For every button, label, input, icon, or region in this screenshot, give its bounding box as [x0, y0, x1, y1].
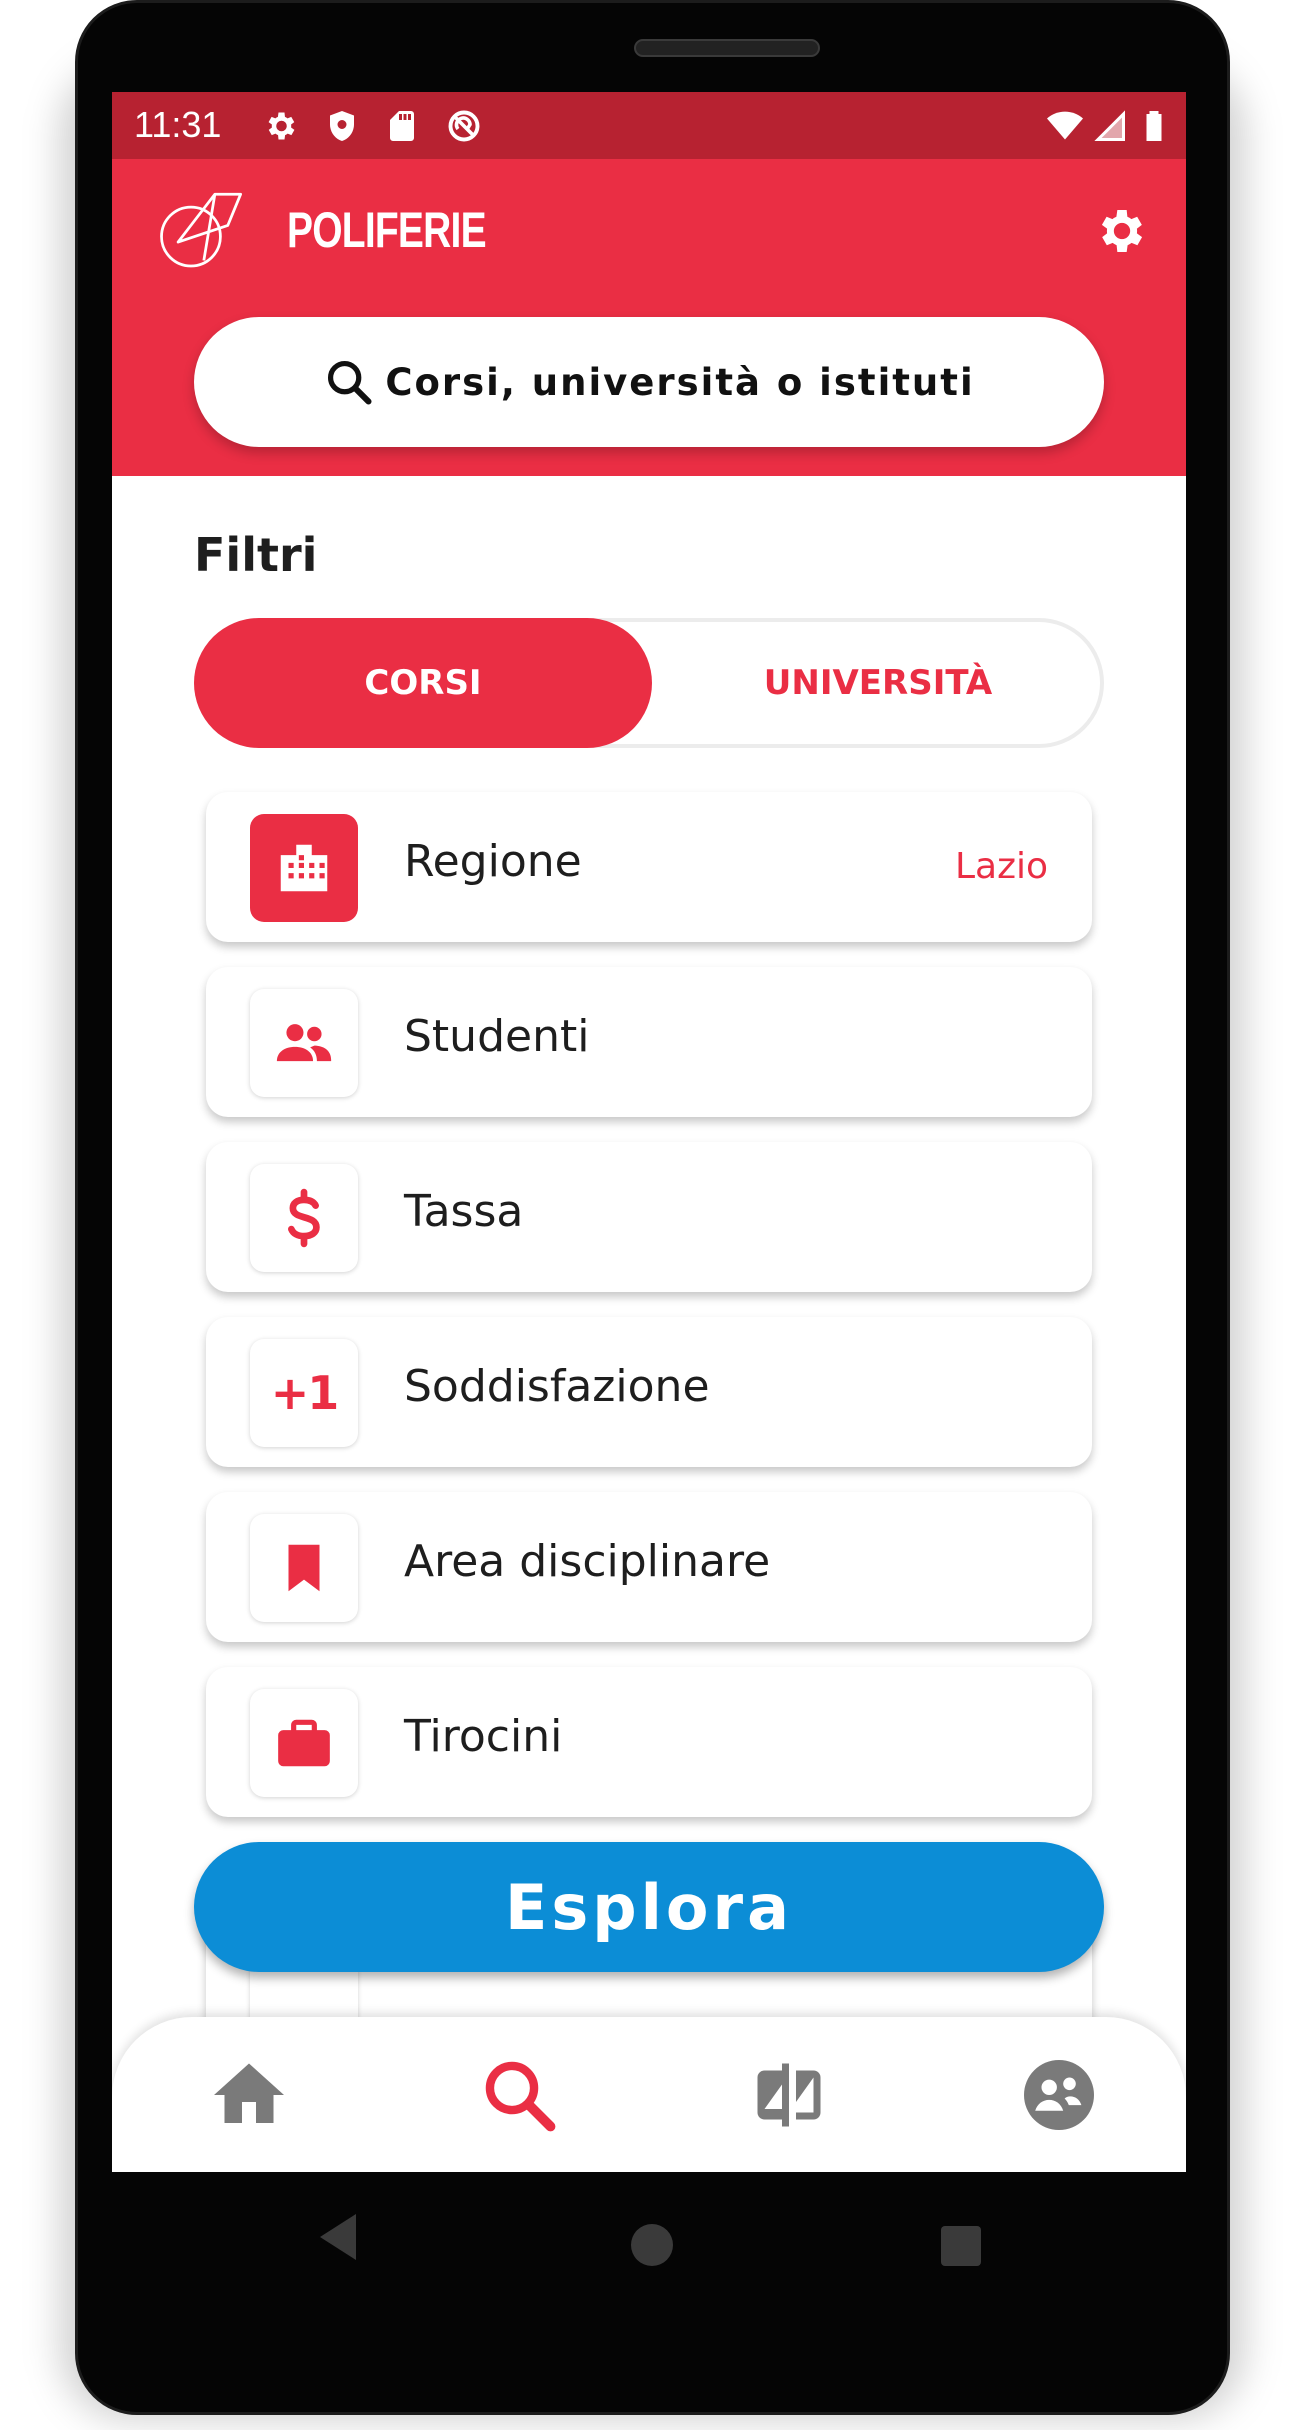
- settings-status-icon: [268, 112, 295, 140]
- filter-label: Area disciplinare: [404, 1536, 771, 1587]
- shield-status-icon: [330, 111, 354, 141]
- sd-card-status-icon: [390, 111, 414, 141]
- bottom-navigation: [112, 2017, 1186, 2172]
- sync-status-icon: [448, 110, 480, 142]
- nav-home[interactable]: [207, 2053, 291, 2137]
- filter-label: Studenti: [404, 1011, 590, 1062]
- filter-label: Soddisfazione: [404, 1361, 710, 1412]
- filter-card-fee[interactable]: Tassa: [206, 1142, 1092, 1292]
- filter-label: Tassa: [404, 1186, 524, 1237]
- filter-icon-box: [250, 1689, 358, 1797]
- nav-profile[interactable]: [1017, 2053, 1101, 2137]
- building-icon: [280, 844, 328, 892]
- tab-courses[interactable]: CORSI: [194, 618, 652, 748]
- home-icon: [214, 2063, 284, 2123]
- battery-icon: [1146, 111, 1162, 141]
- gear-icon[interactable]: [1094, 203, 1150, 259]
- filter-card-discipline[interactable]: Area disciplinare: [206, 1492, 1092, 1642]
- nav-search[interactable]: [477, 2053, 561, 2137]
- briefcase-icon: [278, 1719, 330, 1767]
- kite-logo-icon: [160, 192, 243, 268]
- filter-icon-box: +1: [250, 1339, 358, 1447]
- recents-button-icon[interactable]: [941, 2226, 981, 2266]
- plus-one-icon: +1: [270, 1366, 340, 1420]
- status-time: 11:31: [134, 104, 222, 145]
- tab-universities[interactable]: UNIVERSITÀ: [652, 618, 1104, 748]
- filter-icon-box: [250, 1164, 358, 1272]
- filter-label: Regione: [404, 836, 582, 887]
- filter-card-students[interactable]: Studenti: [206, 967, 1092, 1117]
- app-header: POLIFERIE Corsi, università o istituti: [112, 159, 1186, 476]
- back-button-icon[interactable]: [316, 2212, 360, 2262]
- profile-icon: [1024, 2060, 1094, 2130]
- filter-value: Lazio: [954, 846, 1048, 887]
- filter-icon-box: [250, 1514, 358, 1622]
- filter-card-satisfaction[interactable]: +1 Soddisfazione: [206, 1317, 1092, 1467]
- filters-title: Filtri: [194, 528, 318, 582]
- dollar-icon: [287, 1188, 320, 1248]
- app-title: POLIFERIE: [287, 202, 487, 258]
- filter-icon-box: [250, 989, 358, 1097]
- filter-card-internships[interactable]: Tirocini: [206, 1667, 1092, 1817]
- signal-icon: [1094, 110, 1125, 141]
- status-bar: 11:31: [112, 92, 1186, 159]
- wifi-icon: [1047, 111, 1083, 140]
- search-icon: [485, 2061, 556, 2132]
- compare-icon: [757, 2063, 821, 2127]
- home-button-icon[interactable]: [631, 2224, 673, 2266]
- app-screen: 11:31 POLIFERIE Corsi, università o isti…: [112, 92, 1186, 2172]
- search-placeholder: Corsi, università o istituti: [385, 360, 975, 404]
- filter-icon-box: [250, 814, 358, 922]
- bookmark-icon: [288, 1544, 320, 1592]
- filter-label: Tirocini: [404, 1711, 563, 1762]
- search-icon: [328, 360, 372, 405]
- search-bar[interactable]: Corsi, università o istituti: [194, 317, 1104, 447]
- phone-speaker: [634, 39, 820, 57]
- explore-button[interactable]: Esplora: [194, 1842, 1104, 1972]
- nav-compare[interactable]: [747, 2053, 831, 2137]
- filter-type-toggle: CORSI UNIVERSITÀ: [194, 618, 1104, 748]
- people-icon: [276, 1024, 332, 1062]
- filter-card-region[interactable]: Regione Lazio: [206, 792, 1092, 942]
